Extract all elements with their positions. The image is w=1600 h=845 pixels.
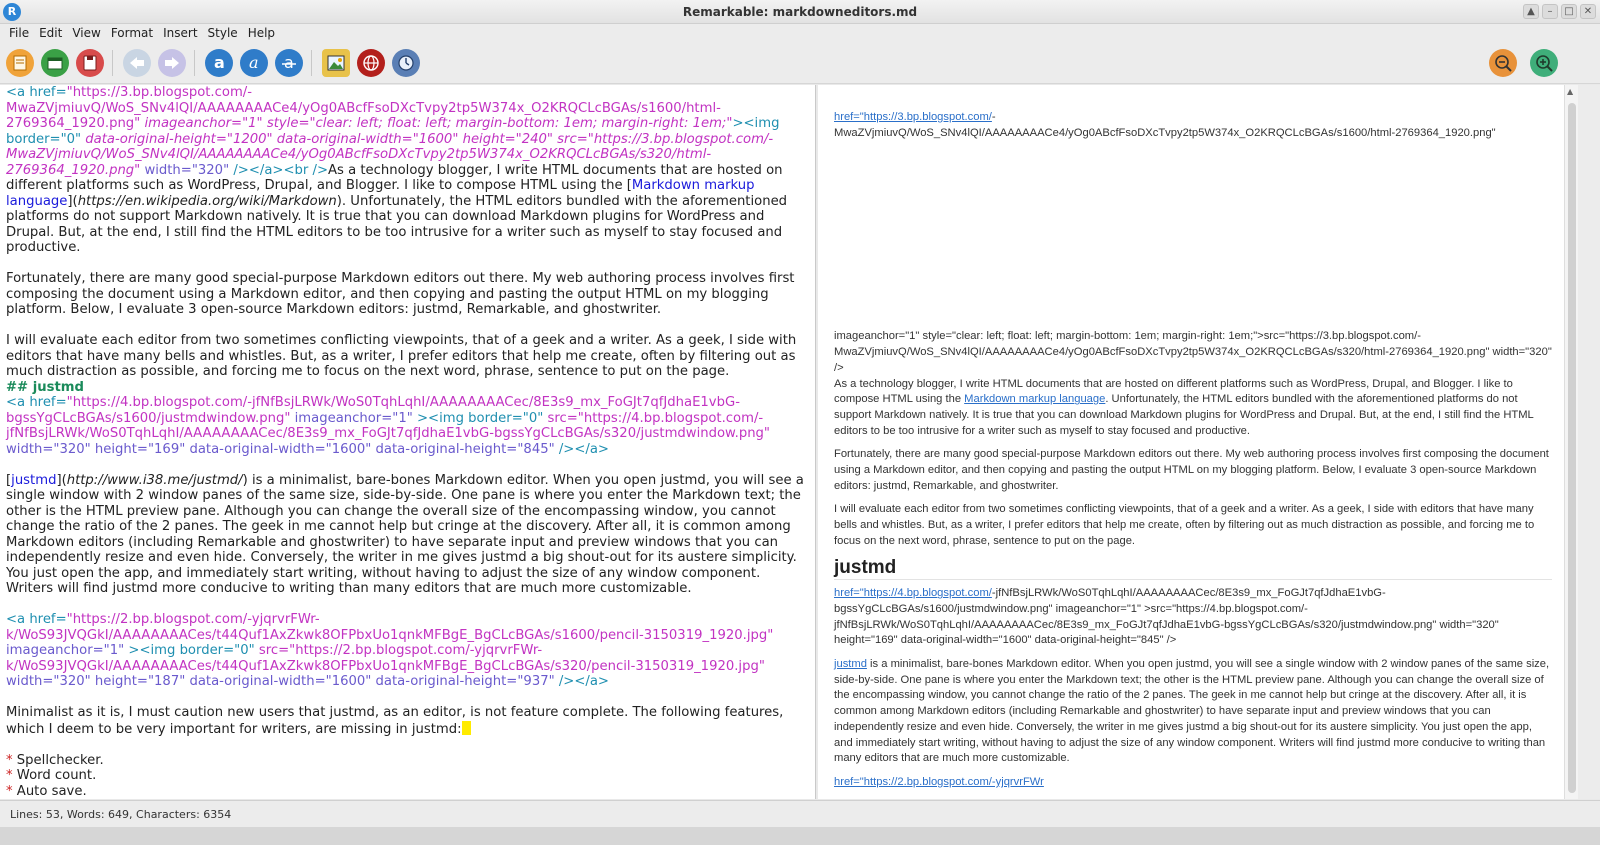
strikethrough-button[interactable]: a (275, 49, 303, 77)
minimize-button[interactable]: – (1542, 4, 1558, 19)
insert-time-clock-icon (398, 55, 414, 71)
preview-link[interactable]: href="https://3.bp.blogspot.com/ (834, 111, 992, 123)
toolbar: a a a (0, 44, 1600, 84)
preview-scrollbar[interactable]: ▲ (1564, 85, 1578, 799)
preview-paragraph: justmd is a minimalist, bare-bones Markd… (834, 658, 1550, 765)
insert-image-icon (327, 55, 345, 71)
preview-paragraph: imageanchor="1" style="clear: left; floa… (834, 330, 1552, 374)
list-item: * Auto save. (6, 783, 87, 799)
preview-paragraph: href="https://4.bp.blogspot.com/-jfNfBsj… (834, 587, 1499, 647)
svg-text:a: a (249, 54, 259, 72)
zoom-out-icon (1495, 55, 1512, 72)
title-bar: R Remarkable: markdowneditors.md ▲ – □ ✕ (0, 0, 1600, 24)
preview-pane: href="https://3.bp.blogspot.com/-MwaZVjm… (818, 85, 1600, 799)
preview-paragraph: href="https://3.bp.blogspot.com/-MwaZVjm… (834, 111, 1496, 139)
save-button[interactable] (76, 49, 104, 77)
preview-link[interactable]: justmd (834, 658, 867, 670)
menu-bar: File Edit View Format Insert Style Help (0, 24, 1600, 44)
strikethrough-a-icon: a (282, 54, 296, 72)
menu-format[interactable]: Format (106, 24, 158, 44)
bottom-strip (0, 827, 1600, 845)
preview-paragraph: As a technology blogger, I write HTML do… (834, 377, 1534, 437)
insert-time-button[interactable] (392, 49, 420, 77)
toolbar-separator (311, 50, 312, 76)
editor-paragraph: I will evaluate each editor from two som… (6, 333, 797, 379)
window-title: Remarkable: markdowneditors.md (682, 5, 918, 19)
preview-link[interactable]: href="https://2.bp.blogspot.com/-yjqrvrF… (834, 776, 1044, 788)
preview-paragraph: href="https://2.bp.blogspot.com/-yjqrvrF… (834, 775, 1552, 791)
svg-text:a: a (284, 54, 294, 72)
markdown-editor[interactable]: <a href="https://3.bp.blogspot.com/-MwaZ… (0, 85, 816, 799)
maximize-button[interactable]: □ (1561, 4, 1577, 19)
preview-link[interactable]: Markdown markup language (964, 393, 1105, 405)
preview-heading: justmd (834, 558, 1552, 581)
zoom-in-button[interactable] (1530, 49, 1558, 77)
insert-link-globe-icon (363, 55, 379, 71)
svg-text:a: a (214, 54, 225, 72)
html-preview[interactable]: href="https://3.bp.blogspot.com/-MwaZVjm… (818, 85, 1564, 799)
preview-link[interactable]: href="https://4.bp.blogspot.com/ (834, 587, 992, 599)
preview-image-placeholder (834, 149, 1552, 329)
undo-arrow-icon (130, 57, 144, 69)
bold-button[interactable]: a (205, 49, 233, 77)
insert-link-button[interactable] (357, 49, 385, 77)
editor-heading: ## justmd (6, 379, 84, 395)
keep-above-button[interactable]: ▲ (1523, 4, 1539, 19)
preview-paragraph: I will evaluate each editor from two som… (834, 503, 1535, 547)
scroll-up-arrow-icon[interactable]: ▲ (1567, 87, 1573, 96)
redo-arrow-icon (165, 57, 179, 69)
scrollbar-thumb[interactable] (1568, 103, 1576, 793)
menu-file[interactable]: File (4, 24, 34, 44)
menu-edit[interactable]: Edit (34, 24, 67, 44)
editor-paragraph: Fortunately, there are many good special… (6, 271, 795, 317)
window-controls: ▲ – □ ✕ (1523, 4, 1596, 19)
insert-image-button[interactable] (322, 49, 350, 77)
italic-button[interactable]: a (240, 49, 268, 77)
preview-paragraph: Fortunately, there are many good special… (834, 448, 1549, 492)
editor-html-block: <a href="https://2.bp.blogspot.com/-yjqr… (6, 612, 774, 689)
italic-a-icon: a (249, 54, 259, 72)
close-button[interactable]: ✕ (1580, 4, 1596, 19)
open-button[interactable] (41, 49, 69, 77)
editor-paragraph: <a href="https://3.bp.blogspot.com/-MwaZ… (6, 85, 788, 255)
document-stats: Lines: 53, Words: 649, Characters: 6354 (10, 808, 232, 821)
menu-insert[interactable]: Insert (158, 24, 202, 44)
zoom-out-button[interactable] (1489, 49, 1517, 77)
text-cursor (461, 720, 471, 735)
status-bar: Lines: 53, Words: 649, Characters: 6354 (0, 800, 1600, 827)
list-item: * Spellchecker. (6, 752, 104, 768)
new-document-icon (13, 55, 27, 71)
open-folder-icon (47, 57, 63, 70)
redo-button[interactable] (158, 49, 186, 77)
menu-style[interactable]: Style (203, 24, 243, 44)
toolbar-separator (194, 50, 195, 76)
save-icon (83, 55, 97, 71)
menu-view[interactable]: View (67, 24, 105, 44)
list-item: * Word count. (6, 768, 97, 783)
toolbar-separator (112, 50, 113, 76)
editor-paragraph: Minimalist as it is, I must caution new … (6, 705, 784, 737)
menu-help[interactable]: Help (243, 24, 280, 44)
editor-html-block: <a href="https://4.bp.blogspot.com/-jfNf… (6, 395, 770, 457)
new-document-button[interactable] (6, 49, 34, 77)
zoom-in-icon (1536, 55, 1553, 72)
editor-paragraph: [justmd](http://www.i38.me/justmd/) is a… (6, 472, 804, 597)
bold-a-icon: a (214, 54, 225, 72)
undo-button[interactable] (123, 49, 151, 77)
